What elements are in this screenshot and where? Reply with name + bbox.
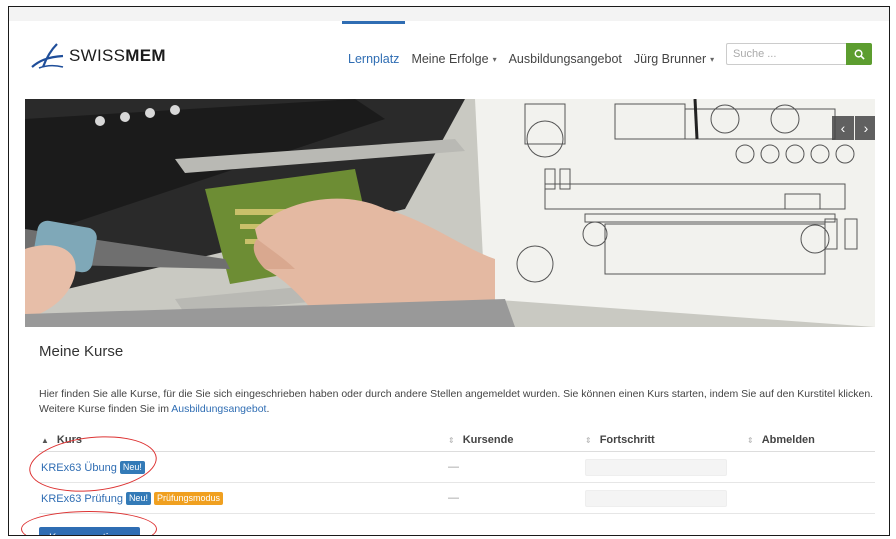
new-badge: Neu! <box>125 491 151 505</box>
sort-ascending-icon: ▲ <box>41 436 49 445</box>
browser-frame: SWISSMEM Lernplatz Meine Erfolge ▾ Ausbi… <box>8 6 890 536</box>
carousel-prev-button[interactable]: ‹ <box>832 116 854 140</box>
training-offer-link[interactable]: Ausbildungsangebot <box>171 403 266 415</box>
column-header-kursende[interactable]: ⇕ Kursende <box>446 429 583 452</box>
course-link-uebung[interactable]: KREx63 Übung <box>41 462 117 474</box>
table-row: KREx63 Prüfung Neu! Prüfungsmodus — <box>39 482 875 514</box>
column-header-abmelden[interactable]: ⇕ Abmelden <box>745 429 875 452</box>
hero-image-soldering <box>25 99 875 327</box>
search-icon <box>854 49 865 60</box>
swissmem-logo-icon <box>31 43 64 69</box>
logo[interactable]: SWISSMEM <box>29 41 166 71</box>
nav-item-lernplatz[interactable]: Lernplatz <box>342 21 406 97</box>
carousel-controls: ‹ › <box>831 116 875 140</box>
sort-icon: ⇕ <box>448 436 455 445</box>
hero-carousel[interactable]: ‹ › <box>25 99 875 327</box>
table-row: KREx63 Übung Neu! — <box>39 451 875 483</box>
site-header: SWISSMEM Lernplatz Meine Erfolge ▾ Ausbi… <box>9 21 889 97</box>
page-title: Meine Kurse <box>39 343 124 360</box>
course-end-value: — <box>448 492 459 504</box>
course-link-pruefung[interactable]: KREx63 Prüfung <box>41 493 123 505</box>
repeat-courses-button[interactable]: Kurse repetieren <box>39 527 141 535</box>
sort-icon: ⇕ <box>585 436 592 445</box>
table-header-row: ▲ Kurs ⇕ Kursende ⇕ Fortschritt ⇕ Abmelden <box>39 429 875 452</box>
progress-bar <box>585 489 727 507</box>
chevron-down-icon: ▾ <box>492 54 497 64</box>
search-input[interactable] <box>726 43 846 65</box>
top-strip <box>9 7 889 21</box>
nav-item-ausbildungsangebot[interactable]: Ausbildungsangebot <box>503 21 628 97</box>
my-courses-section: Meine Kurse Hier finden Sie alle Kurse, … <box>39 343 879 535</box>
intro-text: Hier finden Sie alle Kurse, für die Sie … <box>39 388 874 415</box>
column-header-fortschritt[interactable]: ⇕ Fortschritt <box>583 429 745 452</box>
exam-mode-badge: Prüfungsmodus <box>153 491 223 505</box>
unsubscribe-cell <box>745 451 875 483</box>
sort-icon: ⇕ <box>747 436 754 445</box>
courses-table: ▲ Kurs ⇕ Kursende ⇕ Fortschritt ⇕ Abmelden K… <box>39 429 875 514</box>
new-badge: Neu! <box>119 460 145 474</box>
logo-text: SWISSMEM <box>69 46 166 65</box>
progress-bar <box>585 458 727 476</box>
main-nav: Lernplatz Meine Erfolge ▾ Ausbildungsang… <box>342 21 720 97</box>
carousel-next-button[interactable]: › <box>855 116 875 140</box>
unsubscribe-cell <box>745 482 875 514</box>
chevron-right-icon: › <box>863 120 869 136</box>
search-box <box>726 43 872 65</box>
column-header-kurs[interactable]: ▲ Kurs <box>39 429 446 452</box>
nav-item-meine-erfolge[interactable]: Meine Erfolge ▾ <box>405 21 502 97</box>
chevron-left-icon: ‹ <box>840 120 846 136</box>
nav-item-user-menu[interactable]: Jürg Brunner ▾ <box>628 21 720 97</box>
search-button[interactable] <box>846 43 872 65</box>
course-end-value: — <box>448 461 459 473</box>
chevron-down-icon: ▾ <box>710 54 715 64</box>
